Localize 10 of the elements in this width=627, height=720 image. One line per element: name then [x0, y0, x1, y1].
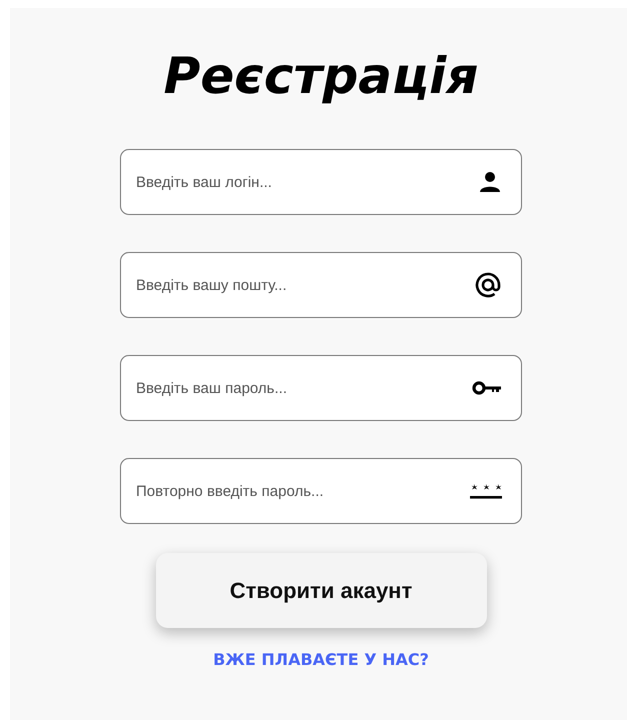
- input-field[interactable]: Повторно введіть пароль...: [120, 458, 522, 524]
- page-title: Реєстрація: [164, 46, 478, 106]
- person-icon: [478, 170, 502, 194]
- input-field[interactable]: Введіть ваш логін...: [120, 149, 522, 215]
- key-icon: [472, 380, 502, 396]
- create-account-button[interactable]: Створити акаунт: [156, 553, 486, 628]
- at-sign-icon: [474, 271, 502, 299]
- input-field[interactable]: Введіть вашу пошту...: [120, 252, 522, 318]
- input-field[interactable]: Введіть ваш пароль...: [120, 355, 522, 421]
- login-link[interactable]: ВЖЕ ПЛАВАЄТЕ У НАС?: [213, 650, 429, 669]
